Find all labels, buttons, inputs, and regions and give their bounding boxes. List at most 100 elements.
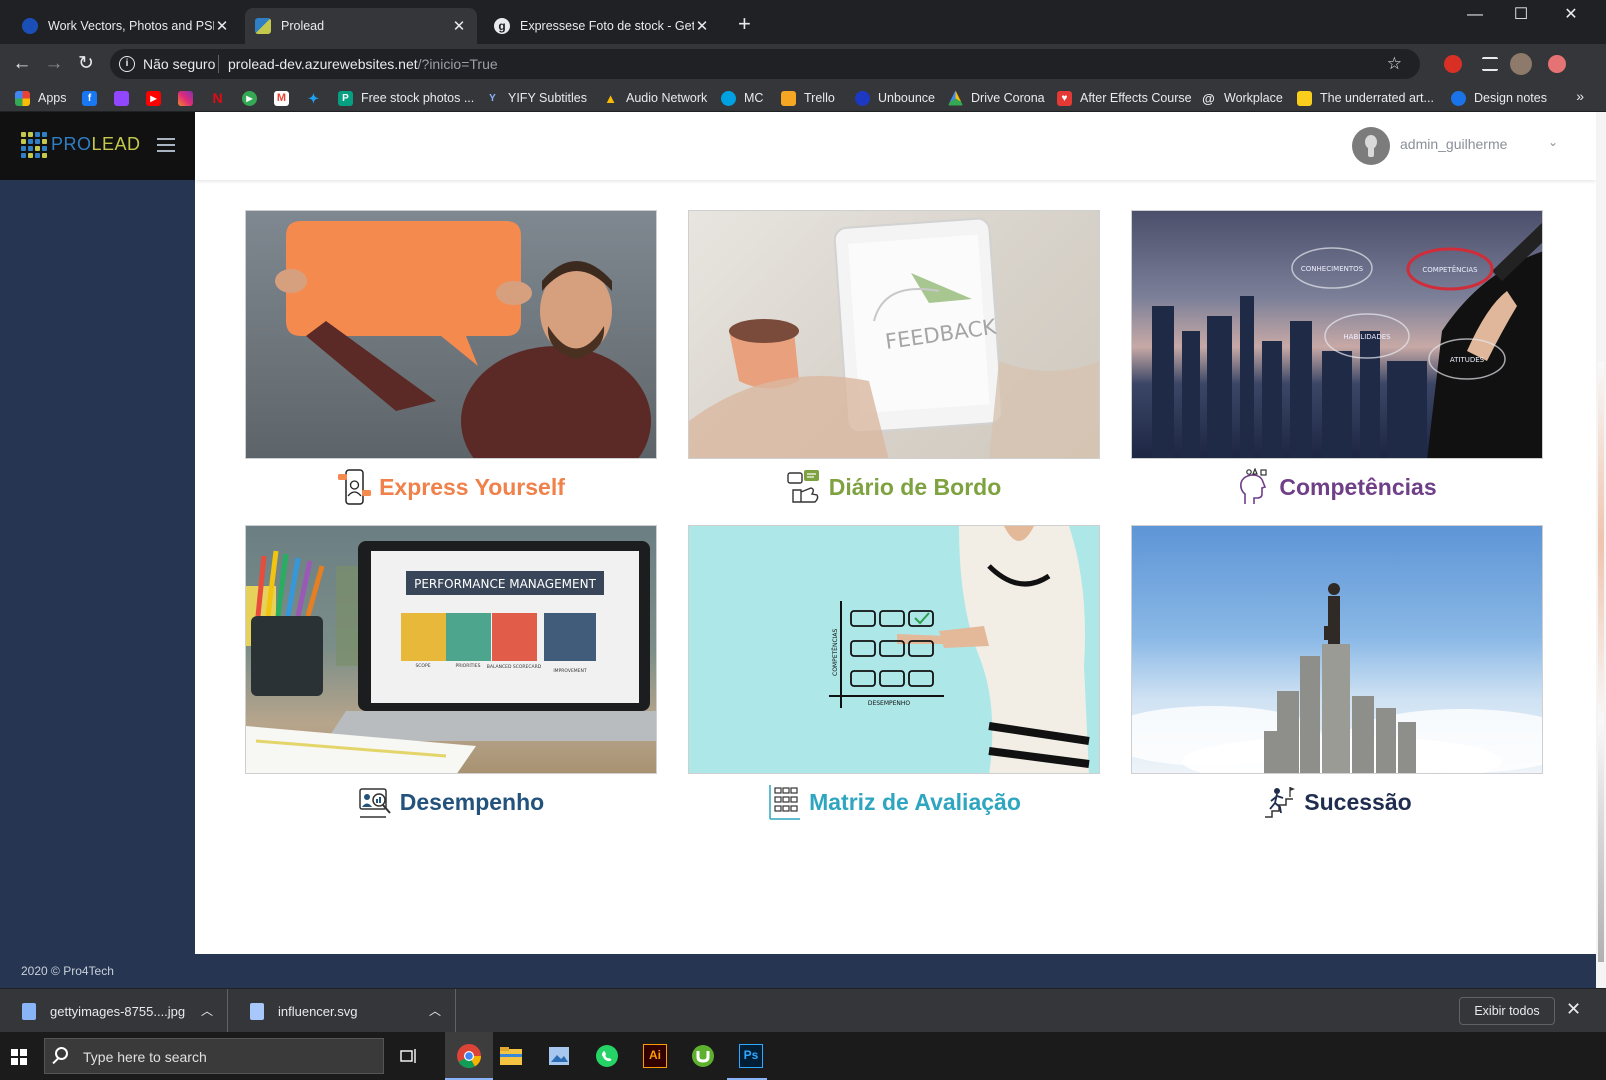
- address-bar[interactable]: i Não seguro prolead-dev.azurewebsites.n…: [110, 49, 1420, 79]
- tile-label[interactable]: Sucessão: [1131, 783, 1543, 821]
- prolead-logo[interactable]: PROLEAD: [51, 134, 141, 155]
- bookmark-gmail[interactable]: M: [274, 88, 297, 108]
- tile-label[interactable]: Competências: [1131, 468, 1543, 506]
- bookmark-design-notes[interactable]: Design notes: [1451, 88, 1547, 108]
- chevron-up-icon[interactable]: ︿: [429, 1002, 441, 1019]
- bookmark-workplace[interactable]: @ Workplace: [1201, 88, 1283, 108]
- download-item[interactable]: gettyimages-8755....jpg ︿: [0, 989, 228, 1033]
- audio-network-icon: ▲: [604, 90, 617, 106]
- user-avatar[interactable]: [1352, 127, 1390, 165]
- tile-label[interactable]: Express Yourself: [245, 468, 657, 506]
- tile-label[interactable]: Diário de Bordo: [688, 468, 1100, 506]
- download-filename: influencer.svg: [278, 1003, 358, 1019]
- tile-label[interactable]: Matriz de Avaliação: [688, 783, 1100, 821]
- tab-freepik[interactable]: Work Vectors, Photos and PSD fil ✕: [12, 8, 240, 44]
- bookmark-label: The underrated art...: [1320, 91, 1434, 105]
- chevron-up-icon[interactable]: ︿: [201, 1002, 213, 1019]
- bookmark-after-effects[interactable]: ♥ After Effects Course: [1057, 88, 1192, 108]
- bookmark-netflix[interactable]: N: [210, 88, 233, 108]
- bookmark-audio-network[interactable]: ▲ Audio Network: [603, 88, 707, 108]
- bookmark-facebook[interactable]: f: [82, 88, 105, 108]
- back-button[interactable]: ←: [11, 53, 33, 75]
- bookmarks-overflow-icon[interactable]: »: [1576, 88, 1584, 104]
- chrome-icon[interactable]: [445, 1032, 493, 1080]
- tile-label-text: Express Yourself: [379, 473, 565, 500]
- file-explorer-icon[interactable]: [495, 1040, 527, 1072]
- show-all-downloads-button[interactable]: Exibir todos: [1459, 997, 1555, 1025]
- forward-button[interactable]: →: [43, 53, 65, 75]
- bookmark-mc[interactable]: MC: [721, 88, 763, 108]
- user-name[interactable]: admin_guilherme: [1400, 136, 1507, 152]
- bookmark-label: Free stock photos ...: [361, 91, 475, 105]
- bubble-habilidades: HABILIDADES: [1343, 333, 1391, 341]
- bookmark-apps[interactable]: Apps: [15, 88, 67, 108]
- bookmark-instagram[interactable]: [178, 88, 201, 108]
- tile-express-yourself[interactable]: Express Yourself: [245, 210, 657, 505]
- minimize-button[interactable]: —: [1452, 0, 1498, 30]
- tile-diario-de-bordo[interactable]: FEEDBACK Diário de Bordo: [688, 210, 1100, 503]
- tab-getty[interactable]: g Expressese Foto de stock - Getty ✕: [484, 8, 720, 44]
- tile-sucessao[interactable]: Sucessão: [1131, 525, 1543, 818]
- bookmark-trello[interactable]: Trello: [781, 88, 835, 108]
- bookmark-drive[interactable]: Drive Corona: [948, 88, 1045, 108]
- whatsapp-icon[interactable]: [591, 1040, 623, 1072]
- windows-start-icon[interactable]: [11, 1049, 27, 1065]
- twitch-icon: [114, 90, 129, 106]
- bookmark-pexels[interactable]: P Free stock photos ...: [338, 88, 474, 108]
- close-tab-icon[interactable]: ✕: [214, 17, 230, 35]
- course-icon: ♥: [1057, 90, 1072, 106]
- illustrator-icon[interactable]: Ai: [639, 1040, 671, 1072]
- utorrent-icon[interactable]: [687, 1040, 719, 1072]
- tile-desempenho[interactable]: PERFORMANCE MANAGEMENT SCOPE PRIORITIES …: [245, 525, 657, 818]
- security-label: Não seguro: [143, 56, 216, 72]
- task-view-icon[interactable]: [393, 1040, 425, 1072]
- tile-matriz-de-avaliacao[interactable]: COMPETÊNCIAS DESEMPENHO Matriz de Avalia…: [688, 525, 1100, 820]
- facebook-icon: f: [82, 90, 97, 106]
- close-downloads-icon[interactable]: ✕: [1566, 999, 1581, 1020]
- taskbar-search[interactable]: Type here to search: [44, 1038, 384, 1074]
- tab-prolead[interactable]: Prolead ✕: [245, 8, 477, 44]
- play-icon: ▶: [242, 90, 257, 106]
- close-tab-icon[interactable]: ✕: [451, 17, 467, 35]
- photoshop-icon[interactable]: Ps: [727, 1040, 767, 1080]
- info-icon[interactable]: i: [119, 56, 135, 72]
- svg-file-icon: [250, 1002, 264, 1020]
- card-balanced-scorecard: BALANCED SCORECARD: [487, 664, 542, 670]
- download-item[interactable]: influencer.svg ︿: [228, 989, 456, 1033]
- close-tab-icon[interactable]: ✕: [694, 17, 710, 35]
- close-window-button[interactable]: ✕: [1548, 0, 1594, 30]
- bookmark-play[interactable]: ▶: [242, 88, 265, 108]
- bookmark-youtube[interactable]: ▶: [146, 88, 169, 108]
- windows-taskbar: Type here to search Ai Ps: [0, 1032, 1606, 1080]
- chevron-down-icon[interactable]: ⌄: [1548, 135, 1558, 149]
- feedback-chat-icon: [787, 470, 819, 503]
- search-placeholder: Type here to search: [83, 1049, 207, 1065]
- tab-title: Expressese Foto de stock - Getty: [520, 19, 694, 33]
- bookmark-twitter[interactable]: ✦: [306, 88, 329, 108]
- profile-avatar[interactable]: [1510, 53, 1532, 75]
- tile-competencias[interactable]: CONHECIMENTOS COMPETÊNCIAS HABILIDADES A…: [1131, 210, 1543, 504]
- extension-icon[interactable]: [1444, 55, 1462, 73]
- freepik-icon: [22, 18, 38, 34]
- performance-title: PERFORMANCE MANAGEMENT: [414, 577, 596, 591]
- tile-label[interactable]: Desempenho: [245, 783, 657, 821]
- bookmark-unbounce[interactable]: Unbounce: [855, 88, 935, 108]
- influencer-icon: [338, 469, 372, 505]
- reload-button[interactable]: ↻: [75, 53, 97, 75]
- maximize-button[interactable]: ☐: [1498, 0, 1544, 30]
- bookmark-yify[interactable]: Y YIFY Subtitles: [485, 88, 587, 108]
- menu-toggle-icon[interactable]: [157, 138, 175, 152]
- bookmark-twitch[interactable]: [114, 88, 137, 108]
- url-text[interactable]: prolead-dev.azurewebsites.net/?inicio=Tr…: [228, 56, 498, 72]
- update-icon[interactable]: [1548, 55, 1566, 73]
- logo-lead: LEAD: [91, 134, 141, 154]
- pexels-icon: P: [338, 90, 353, 106]
- new-tab-button[interactable]: +: [738, 13, 751, 35]
- photos-icon[interactable]: [543, 1040, 575, 1072]
- bookmark-star-icon[interactable]: ☆: [1387, 54, 1402, 74]
- reading-list-icon[interactable]: [1482, 57, 1498, 71]
- bookmark-label: Unbounce: [878, 91, 935, 105]
- logo-pro: PRO: [51, 134, 92, 154]
- bubble-atitudes: ATITUDES: [1450, 356, 1485, 364]
- bookmark-underrated[interactable]: The underrated art...: [1297, 88, 1434, 108]
